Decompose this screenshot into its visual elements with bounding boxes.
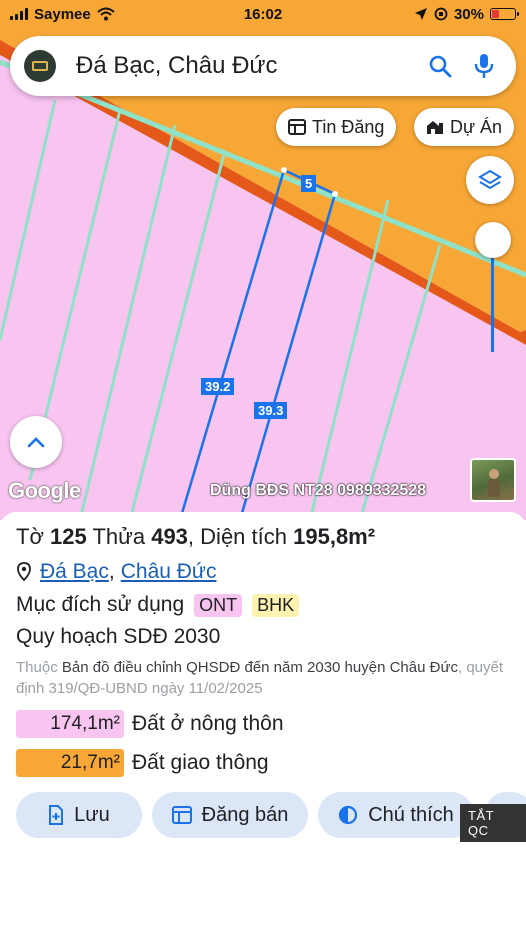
action-buttons: Lưu Đăng bán Chú thích xyxy=(16,792,526,838)
sheet-label: Tờ xyxy=(16,524,44,549)
search-input[interactable]: Đá Bạc, Châu Đức xyxy=(76,52,422,80)
wifi-icon xyxy=(97,7,115,21)
battery-icon xyxy=(490,8,519,20)
opacity-slider-thumb[interactable] xyxy=(475,222,511,258)
land-purpose-row: Mục đích sử dụng ONT BHK xyxy=(16,593,300,617)
legend-button[interactable]: Chú thích xyxy=(318,792,474,838)
land-use-label: Đất giao thông xyxy=(132,751,269,774)
dimension-label-left: 39.2 xyxy=(201,378,235,395)
parcel-location: Đá Bạc , Châu Đức xyxy=(16,560,216,584)
post-for-sale-button[interactable]: Đăng bán xyxy=(152,792,308,838)
parcel-title: Tờ 125 Thửa 493, Diện tích 195,8m² xyxy=(16,524,376,549)
land-use-area: 174,1m² xyxy=(16,710,124,738)
building-icon xyxy=(427,121,443,134)
clock: 16:02 xyxy=(243,5,283,23)
listing-icon xyxy=(171,806,192,824)
location-arrow-icon xyxy=(414,8,427,20)
battery-percent: 30% xyxy=(453,5,484,23)
land-use-row-residential: 174,1m² Đất ở nông thôn xyxy=(16,710,284,738)
status-bar: Saymee 16:02 30% xyxy=(0,0,526,28)
file-add-icon xyxy=(49,805,64,825)
source-prefix: Thuộc xyxy=(16,659,58,676)
app-logo-icon[interactable] xyxy=(24,50,56,82)
purpose-tag-ont: ONT xyxy=(194,593,243,617)
news-icon xyxy=(288,119,306,135)
parcel-vertex xyxy=(281,167,287,173)
plot-number: 493 xyxy=(151,524,188,549)
parcel-vertex xyxy=(332,191,338,197)
contrast-icon xyxy=(339,805,358,825)
area-label: Diện tích xyxy=(200,524,287,549)
expand-sheet-button[interactable] xyxy=(10,416,62,468)
save-button[interactable]: Lưu xyxy=(16,792,142,838)
listings-button[interactable]: Tin Đăng xyxy=(276,108,397,146)
save-label: Lưu xyxy=(74,803,110,826)
carrier-name: Saymee xyxy=(34,5,91,23)
listings-label: Tin Đăng xyxy=(312,116,385,137)
land-use-label: Đất ở nông thôn xyxy=(132,712,284,735)
dimension-label-front: 5 xyxy=(301,175,317,192)
map-pin-icon xyxy=(17,562,31,582)
sheet-number: 125 xyxy=(50,524,87,549)
parcel-info-sheet: Tờ 125 Thửa 493, Diện tích 195,8m² Đá Bạ… xyxy=(0,512,526,935)
source-map-name: Bản đồ điều chỉnh QHSDĐ đến năm 2030 huy… xyxy=(61,659,458,676)
orientation-lock-icon xyxy=(434,7,448,21)
land-use-row-transport: 21,7m² Đất giao thông xyxy=(16,749,269,777)
planning-title: Quy hoạch SDĐ 2030 xyxy=(16,625,221,648)
planning-source: Thuộc Bản đồ điều chỉnh QHSDĐ đến năm 20… xyxy=(16,657,510,699)
location-separator: , xyxy=(108,560,115,583)
search-icon[interactable] xyxy=(422,48,458,84)
area-value: 195,8m² xyxy=(293,524,376,549)
mic-icon[interactable] xyxy=(466,48,502,84)
layers-icon xyxy=(478,169,502,190)
purpose-tag-bhk: BHK xyxy=(252,593,300,617)
commune-link[interactable]: Đá Bạc xyxy=(40,560,109,584)
projects-label: Dự Án xyxy=(450,116,503,137)
search-bar[interactable]: Đá Bạc, Châu Đức xyxy=(10,36,516,96)
district-link[interactable]: Châu Đức xyxy=(121,560,217,584)
map-layers-button[interactable] xyxy=(466,156,514,204)
street-photo-thumbnail[interactable] xyxy=(470,458,516,502)
watermark-text: Dũng BĐS NT28 0989332528 xyxy=(210,482,427,499)
projects-button[interactable]: Dự Án xyxy=(414,108,515,146)
cell-signal-icon xyxy=(10,8,28,20)
post-for-sale-label: Đăng bán xyxy=(201,803,289,826)
land-use-area: 21,7m² xyxy=(16,749,124,777)
plot-label: Thửa xyxy=(92,524,146,549)
google-logo: Google xyxy=(8,478,81,503)
hide-ads-button[interactable]: TẮT QC xyxy=(460,804,526,842)
dimension-label-right: 39.3 xyxy=(254,402,288,419)
chevron-up-icon xyxy=(27,437,45,448)
legend-label: Chú thích xyxy=(368,803,454,826)
purpose-label: Mục đích sử dụng xyxy=(16,593,185,616)
